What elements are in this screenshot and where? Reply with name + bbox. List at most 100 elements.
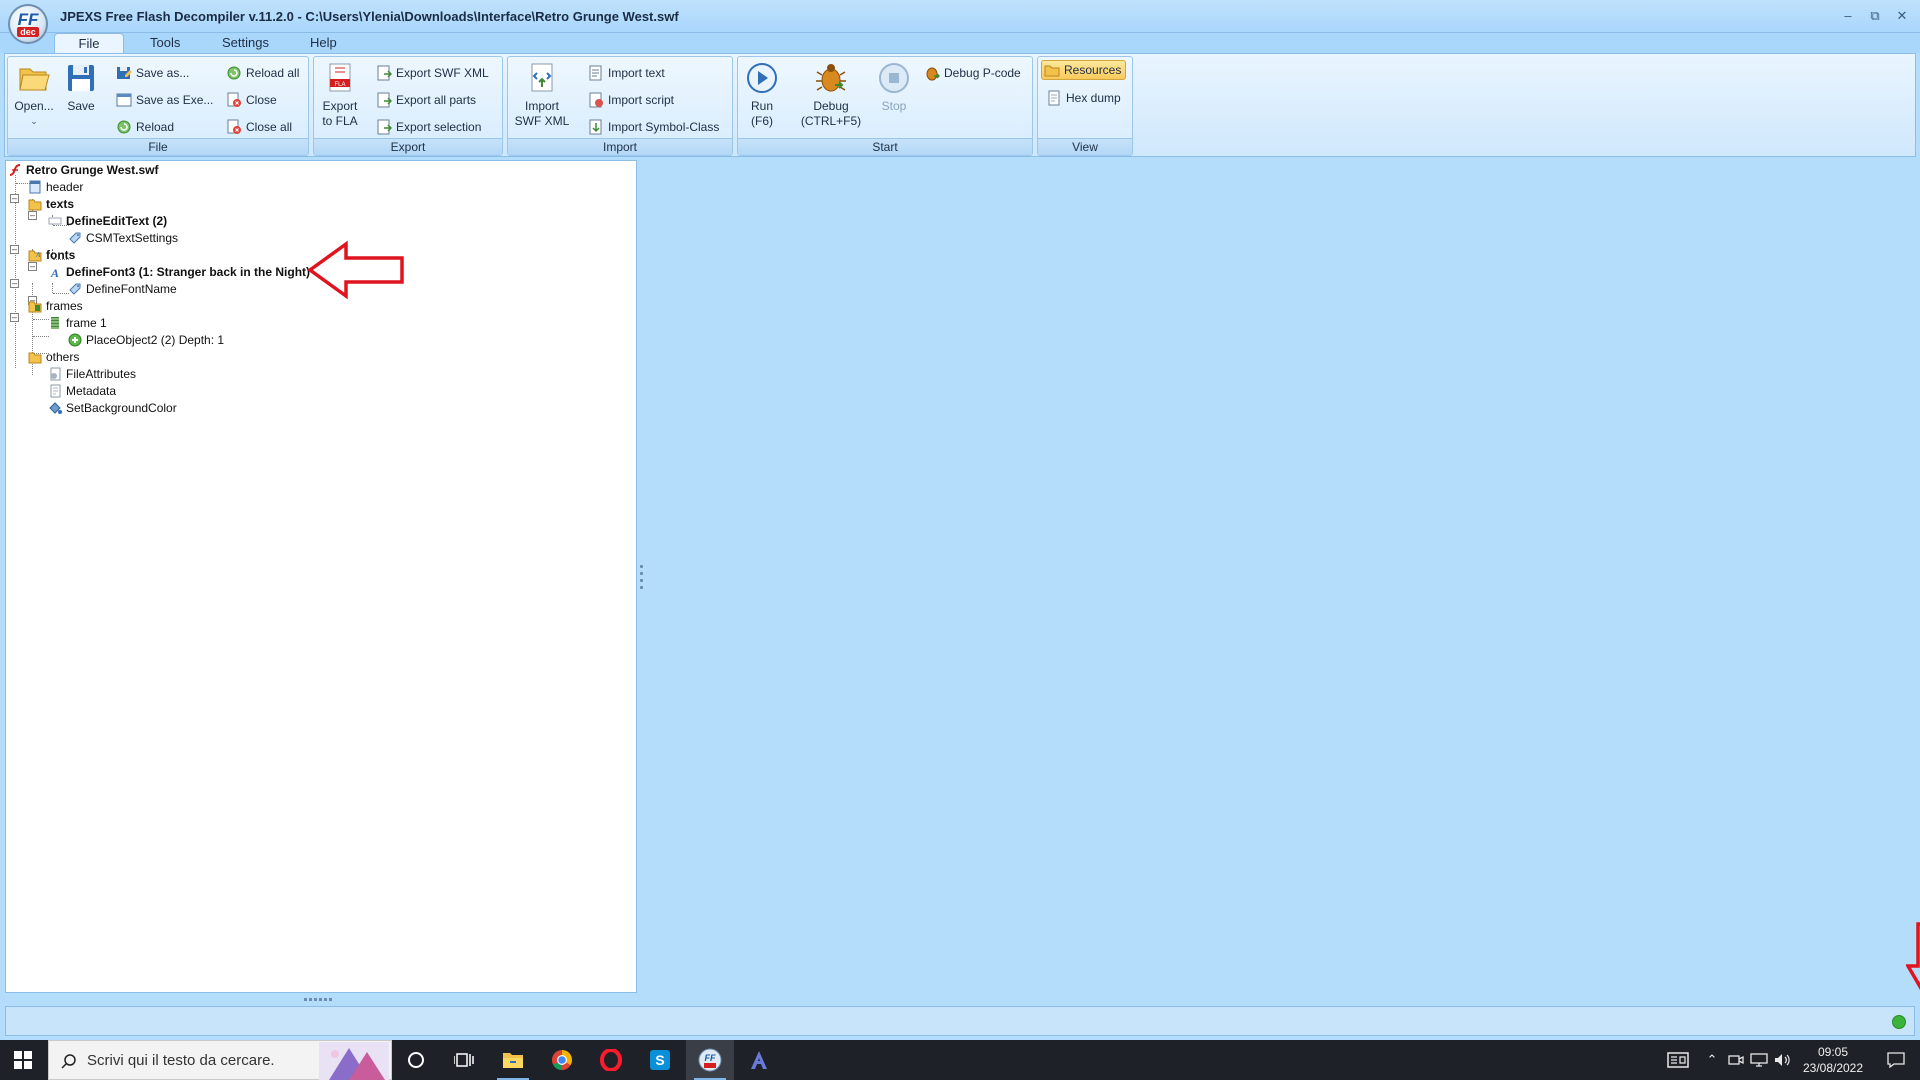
ribbon-group-start: Run (F6) Debug (CTRL+F5) Stop Debug P-co…: [737, 56, 1033, 156]
reload-all-button[interactable]: Reload all: [226, 63, 299, 83]
skype-icon: S: [650, 1050, 670, 1070]
debug-button[interactable]: Debug (CTRL+F5): [794, 61, 868, 129]
expand-toggle-texts[interactable]: –: [10, 194, 19, 203]
save-as-exe-button[interactable]: Save as Exe...: [116, 90, 213, 110]
close-all-button[interactable]: Close all: [226, 117, 292, 137]
ribbon-group-file: Open... ⌄ Save Save as... Save as Exe...…: [7, 56, 309, 156]
tree-item-texts[interactable]: texts: [28, 195, 74, 212]
app-logo[interactable]: FF dec: [8, 4, 48, 44]
tag-icon: [69, 232, 81, 244]
open-button[interactable]: Open... ⌄: [12, 61, 56, 129]
start-button[interactable]: [0, 1040, 46, 1080]
import-symbol-class-button[interactable]: Import Symbol-Class: [588, 117, 719, 137]
ffdec-taskbar-button[interactable]: FF: [686, 1040, 734, 1080]
run-button[interactable]: Run (F6): [742, 61, 782, 129]
search-highlight-image: [319, 1042, 389, 1080]
ribbon-group-label-import: Import: [508, 138, 732, 155]
tree-item-metadata[interactable]: Metadata: [48, 382, 116, 399]
tree-item-define-font-name[interactable]: DefineFontName: [68, 280, 177, 297]
close-button[interactable]: ✕: [1891, 8, 1913, 24]
tree-item-others[interactable]: others: [28, 348, 79, 365]
stop-button[interactable]: Stop: [874, 61, 914, 114]
font-icon: A: [50, 266, 59, 279]
save-as-button[interactable]: Save as...: [116, 63, 189, 83]
close-file-button[interactable]: Close: [226, 90, 277, 110]
vertical-splitter[interactable]: [640, 565, 644, 597]
frames-folder-icon: [28, 301, 42, 312]
tree-line: [15, 175, 16, 368]
import-swf-xml-button[interactable]: Import SWF XML: [512, 61, 572, 129]
network-tray-button[interactable]: [1748, 1040, 1770, 1080]
export-selection-button[interactable]: Export selection: [376, 117, 481, 137]
export-swf-xml-button[interactable]: Export SWF XML: [376, 63, 489, 83]
search-icon: [61, 1054, 76, 1069]
tree-item-define-font3[interactable]: A DefineFont3 (1: Stranger back in the N…: [48, 263, 310, 280]
export-all-parts-button[interactable]: Export all parts: [376, 90, 476, 110]
tab-settings[interactable]: Settings: [204, 33, 287, 53]
expand-toggle-fonts[interactable]: –: [10, 245, 19, 254]
volume-tray-button[interactable]: [1772, 1040, 1794, 1080]
tab-file[interactable]: File: [54, 33, 124, 53]
save-button[interactable]: Save: [62, 61, 100, 114]
tree-item-place-object2[interactable]: PlaceObject2 (2) Depth: 1: [68, 331, 224, 348]
horizontal-splitter[interactable]: [304, 998, 332, 1001]
skype-button[interactable]: S: [636, 1040, 684, 1080]
opera-button[interactable]: [587, 1040, 635, 1080]
camera-tray-button[interactable]: [1726, 1040, 1746, 1080]
tree-item-define-edit-text[interactable]: DefineEditText (2): [48, 212, 167, 229]
hex-dump-button[interactable]: Hex dump: [1046, 88, 1121, 108]
svg-text:FLA: FLA: [334, 82, 345, 88]
expand-toggle-others[interactable]: –: [10, 313, 19, 322]
taskbar-search-input[interactable]: Scrivi qui il testo da cercare.: [48, 1040, 392, 1080]
close-all-icon: [227, 119, 241, 134]
task-view-button[interactable]: [440, 1040, 488, 1080]
export-xml-icon: [377, 65, 392, 81]
gear-document-icon: [50, 367, 61, 380]
tree-item-frame1[interactable]: frame 1: [48, 314, 107, 331]
svg-text:A: A: [50, 266, 59, 279]
file-explorer-button[interactable]: [489, 1040, 537, 1080]
show-hidden-icons-button[interactable]: ⌃: [1702, 1040, 1722, 1080]
task-view-icon: [454, 1053, 474, 1067]
minimize-button[interactable]: –: [1837, 8, 1859, 23]
font-app-button[interactable]: [735, 1040, 783, 1080]
news-widget-button[interactable]: [1660, 1040, 1696, 1080]
ribbon-group-export: FLA Export to FLA Export SWF XML Export …: [313, 56, 503, 156]
tree-line: [33, 336, 49, 337]
tree-item-header[interactable]: header: [28, 178, 83, 195]
document-icon: [50, 384, 61, 397]
annotation-arrow-left-icon: [307, 240, 404, 300]
chevron-down-icon: ⌄: [30, 116, 38, 126]
expand-toggle-define-edit-text[interactable]: –: [28, 211, 37, 220]
import-symbol-icon: [589, 119, 602, 135]
resources-button[interactable]: Resources: [1041, 60, 1127, 80]
film-frame-icon: [51, 316, 59, 329]
restore-button[interactable]: ⧉: [1864, 8, 1886, 24]
tree-item-file-attributes[interactable]: FileAttributes: [48, 365, 136, 382]
chrome-button[interactable]: [538, 1040, 586, 1080]
export-to-fla-button[interactable]: FLA Export to FLA: [318, 61, 362, 129]
export-selection-icon: [377, 119, 392, 135]
tree-item-root[interactable]: Retro Grunge West.swf: [8, 161, 158, 178]
bug-icon: [816, 64, 846, 92]
tree-item-frames[interactable]: frames: [28, 297, 83, 314]
expand-toggle-define-font3[interactable]: –: [28, 262, 37, 271]
resources-folder-icon: [1044, 65, 1060, 77]
tree-line: [52, 283, 53, 293]
tab-tools[interactable]: Tools: [132, 33, 198, 53]
debug-pcode-button[interactable]: Debug P-code: [924, 63, 1021, 83]
expand-toggle-frames[interactable]: –: [10, 279, 19, 288]
tree-item-fonts[interactable]: A fonts: [28, 246, 75, 263]
tab-help[interactable]: Help: [292, 33, 355, 53]
close-document-icon: [227, 92, 241, 107]
reload-button[interactable]: Reload: [116, 117, 174, 137]
taskbar-clock[interactable]: 09:05 23/08/2022: [1797, 1044, 1869, 1076]
svg-text:FF: FF: [705, 1053, 716, 1063]
notifications-button[interactable]: [1876, 1040, 1916, 1080]
task-view-cortana-button[interactable]: [392, 1040, 440, 1080]
tree-item-set-background-color[interactable]: SetBackgroundColor: [48, 399, 177, 416]
import-text-button[interactable]: Import text: [588, 63, 665, 83]
import-script-button[interactable]: Import script: [588, 90, 674, 110]
add-circle-icon: [68, 333, 82, 346]
tree-item-csm-text-settings[interactable]: CSMTextSettings: [68, 229, 178, 246]
